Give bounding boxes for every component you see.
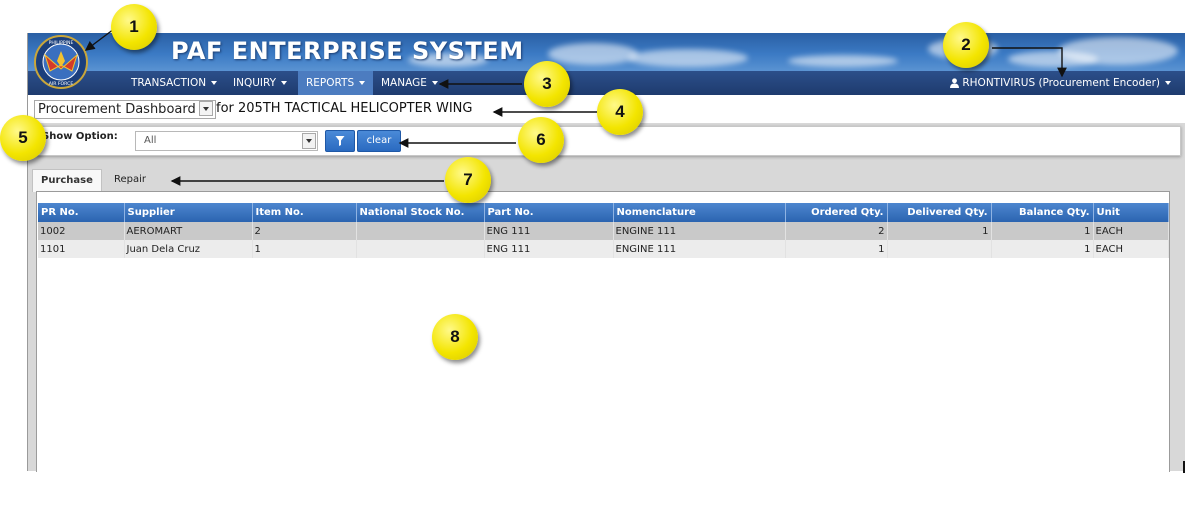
show-option-select[interactable]: All	[135, 131, 318, 151]
col-balance-qty[interactable]: Balance Qty.	[991, 203, 1094, 222]
user-menu[interactable]: RHONTIVIRUS (Procurement Encoder)	[950, 71, 1171, 95]
nav-manage[interactable]: MANAGE	[373, 71, 446, 95]
cell-balance-qty: 1	[991, 240, 1094, 258]
table-header-row: PR No. Supplier Item No. National Stock …	[38, 203, 1169, 222]
data-grid: PR No. Supplier Item No. National Stock …	[36, 191, 1170, 472]
clear-button[interactable]: clear	[357, 130, 401, 152]
tab-purchase[interactable]: Purchase	[32, 169, 102, 192]
nav-transaction[interactable]: TRANSACTION	[123, 71, 225, 95]
cell-balance-qty: 1	[991, 222, 1094, 240]
col-national-stock-no[interactable]: National Stock No.	[356, 203, 485, 222]
cell-delivered-qty: 1	[887, 222, 992, 240]
cell-item-no: 1	[252, 240, 357, 258]
col-pr-no[interactable]: PR No.	[38, 203, 125, 222]
dropdown-arrow-icon	[302, 133, 316, 149]
callout-badge-8: 8	[432, 314, 478, 360]
callout-badge-4: 4	[597, 89, 643, 135]
col-item-no[interactable]: Item No.	[252, 203, 357, 222]
cell-pr-no: 1002	[38, 222, 125, 240]
cell-nomenclature: ENGINE 111	[613, 240, 786, 258]
col-supplier[interactable]: Supplier	[124, 203, 253, 222]
show-option-label: Show Option:	[42, 131, 118, 142]
user-label: RHONTIVIRUS (Procurement Encoder)	[962, 77, 1160, 89]
logo-text-top: PHILIPPINE	[49, 40, 74, 46]
cell-delivered-qty	[887, 240, 992, 258]
filter-button[interactable]	[325, 130, 355, 152]
cell-part-no: ENG 111	[484, 222, 614, 240]
app-title: PAF ENTERPRISE SYSTEM	[171, 37, 524, 65]
cell-unit: EACH	[1093, 222, 1169, 240]
callout-badge-5: 5	[0, 115, 46, 161]
chevron-down-icon	[211, 81, 218, 85]
col-delivered-qty[interactable]: Delivered Qty.	[887, 203, 992, 222]
user-icon	[950, 78, 960, 88]
nav-reports[interactable]: REPORTS	[298, 71, 374, 95]
cell-national-stock-no	[356, 240, 485, 258]
header-banner: PAF ENTERPRISE SYSTEM	[28, 33, 1185, 71]
dashboard-select[interactable]: Procurement Dashboard	[34, 100, 216, 119]
cell-supplier: Juan Dela Cruz	[124, 240, 253, 258]
chevron-down-icon	[359, 81, 366, 85]
callout-badge-2: 2	[943, 22, 989, 68]
main-navbar: TRANSACTION INQUIRY REPORTS MANAGE RHONT…	[28, 71, 1185, 95]
callout-badge-3: 3	[524, 61, 570, 107]
nav-inquiry[interactable]: INQUIRY	[225, 71, 295, 95]
chevron-down-icon	[281, 81, 288, 85]
cell-pr-no: 1101	[38, 240, 125, 258]
cell-ordered-qty: 2	[785, 222, 888, 240]
cell-supplier: AEROMART	[124, 222, 253, 240]
cell-item-no: 2	[252, 222, 357, 240]
filter-icon	[335, 136, 345, 146]
cell-ordered-qty: 1	[785, 240, 888, 258]
tab-repair[interactable]: Repair	[106, 169, 154, 191]
col-nomenclature[interactable]: Nomenclature	[613, 203, 786, 222]
unit-label: for 205TH TACTICAL HELICOPTER WING	[216, 101, 473, 116]
dropdown-arrow-icon	[198, 101, 213, 116]
chevron-down-icon	[431, 81, 438, 85]
callout-badge-6: 6	[518, 117, 564, 163]
cell-national-stock-no	[356, 222, 485, 240]
table-row[interactable]: 1101 Juan Dela Cruz 1 ENG 111 ENGINE 111…	[38, 240, 1169, 258]
text-cursor-mark	[1183, 461, 1185, 473]
paf-logo: PHILIPPINE AIR FORCE	[34, 35, 88, 89]
cell-unit: EACH	[1093, 240, 1169, 258]
table-row[interactable]: 1002 AEROMART 2 ENG 111 ENGINE 111 2 1 1…	[38, 222, 1169, 240]
purchase-table: PR No. Supplier Item No. National Stock …	[38, 203, 1169, 258]
cell-part-no: ENG 111	[484, 240, 614, 258]
chevron-down-icon	[1165, 81, 1171, 85]
col-part-no[interactable]: Part No.	[484, 203, 614, 222]
callout-badge-7: 7	[445, 157, 491, 203]
col-unit[interactable]: Unit	[1093, 203, 1169, 222]
col-ordered-qty[interactable]: Ordered Qty.	[785, 203, 888, 222]
callout-badge-1: 1	[111, 4, 157, 50]
cell-nomenclature: ENGINE 111	[613, 222, 786, 240]
logo-text-bottom: AIR FORCE	[49, 81, 74, 87]
